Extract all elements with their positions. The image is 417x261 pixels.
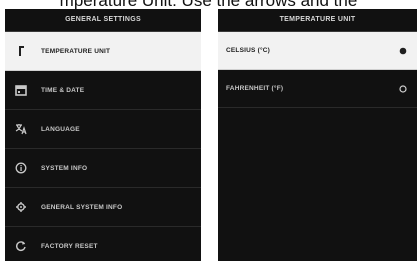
option-fahrenheit[interactable]: FAHRENHEIT (°F)	[218, 70, 417, 108]
menu-item-label: TIME & DATE	[41, 86, 85, 94]
menu-item-general-system-info[interactable]: GENERAL SYSTEM INFO	[5, 188, 201, 227]
menu-item-language[interactable]: LANGUAGE	[5, 110, 201, 149]
menu-item-temperature-unit[interactable]: TEMPERATURE UNIT	[5, 32, 201, 71]
thermometer-icon	[15, 45, 27, 57]
menu-item-label: GENERAL SYSTEM INFO	[41, 203, 123, 211]
menu-item-label: LANGUAGE	[41, 125, 80, 133]
temperature-unit-screen: TEMPERATURE UNIT CELSIUS (°C) FAHRENHEIT…	[218, 9, 417, 261]
temperature-unit-title: TEMPERATURE UNIT	[218, 9, 417, 32]
info-icon	[15, 162, 27, 174]
option-celsius[interactable]: CELSIUS (°C)	[218, 32, 417, 70]
radio-unselected-icon[interactable]	[399, 84, 407, 93]
menu-item-label: SYSTEM INFO	[41, 164, 88, 172]
menu-item-factory-reset[interactable]: FACTORY RESET	[5, 227, 201, 261]
general-settings-screen: GENERAL SETTINGS TEMPERATURE UNIT TIME &…	[5, 9, 201, 261]
menu-item-time-date[interactable]: TIME & DATE	[5, 71, 201, 110]
menu-item-label: FACTORY RESET	[41, 242, 98, 250]
reset-icon	[15, 240, 27, 252]
language-icon	[15, 123, 27, 135]
radio-selected-icon[interactable]	[399, 47, 407, 55]
general-settings-title: GENERAL SETTINGS	[5, 9, 201, 32]
calendar-icon	[15, 84, 27, 96]
option-label: FAHRENHEIT (°F)	[226, 85, 284, 92]
page-caption: mperature Unit. Use the arrows and the	[0, 0, 417, 9]
option-label: CELSIUS (°C)	[226, 47, 270, 54]
menu-item-label: TEMPERATURE UNIT	[41, 47, 111, 55]
menu-item-system-info[interactable]: SYSTEM INFO	[5, 149, 201, 188]
gear-icon	[15, 201, 27, 213]
